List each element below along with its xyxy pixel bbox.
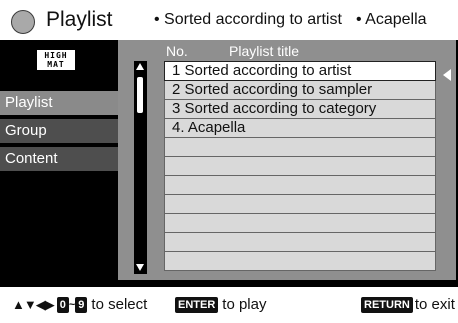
playlist-list: 1 Sorted according to artist 2 Sorted ac… [164, 61, 436, 271]
sidebar-item-content[interactable]: Content [0, 147, 118, 171]
list-item[interactable]: 4. Acapella [164, 118, 436, 138]
footer-hints: ▲▼◀▶ 0 ~ 9 to select ENTER to play RETUR… [0, 287, 458, 323]
list-item[interactable]: 3 Sorted according to category [164, 99, 436, 119]
page-title: Playlist [46, 8, 113, 31]
list-item [164, 175, 436, 195]
exit-hint: RETURN to exit [361, 296, 455, 313]
select-hint: ▲▼◀▶ 0 ~ 9 to select [12, 296, 147, 313]
select-hint-text: to select [91, 296, 148, 313]
current-title-info: • Acapella [356, 11, 427, 28]
scrollbar[interactable] [134, 61, 147, 274]
playlist-panel: No. Playlist title 1 Sorted according to… [118, 40, 456, 280]
enter-key: ENTER [175, 296, 219, 313]
play-hint-text: to play [222, 296, 267, 313]
list-item [164, 251, 436, 271]
sidebar-item-playlist[interactable]: Playlist [0, 91, 118, 115]
selection-pointer-icon [443, 69, 451, 81]
list-item [164, 137, 436, 157]
return-key: RETURN [361, 296, 413, 313]
disc-icon [11, 10, 35, 34]
header-bar: Playlist • Sorted according to artist • … [0, 0, 458, 40]
list-item [164, 194, 436, 214]
column-header-title: Playlist title [229, 43, 300, 59]
arrow-keys-icon: ▲▼◀▶ [12, 296, 55, 312]
list-item[interactable]: 1 Sorted according to artist [164, 61, 436, 81]
scroll-up-icon[interactable] [136, 63, 144, 70]
key-9: 9 [75, 296, 88, 313]
play-hint: ENTER to play [175, 296, 266, 313]
sort-info: • Sorted according to artist [154, 11, 342, 28]
exit-hint-text: to exit [414, 296, 455, 313]
column-header-no: No. [166, 43, 188, 59]
scroll-down-icon[interactable] [136, 264, 144, 271]
sidebar-item-group[interactable]: Group [0, 119, 118, 143]
highmat-logo: HIGH MAT [36, 49, 76, 71]
list-item [164, 156, 436, 176]
list-item[interactable]: 2 Sorted according to sampler [164, 80, 436, 100]
main-area: HIGH MAT Playlist Group Content No. Playl… [0, 40, 458, 287]
list-item [164, 213, 436, 233]
key-0: 0 [56, 296, 69, 313]
scroll-thumb[interactable] [137, 77, 143, 113]
list-item [164, 232, 436, 252]
